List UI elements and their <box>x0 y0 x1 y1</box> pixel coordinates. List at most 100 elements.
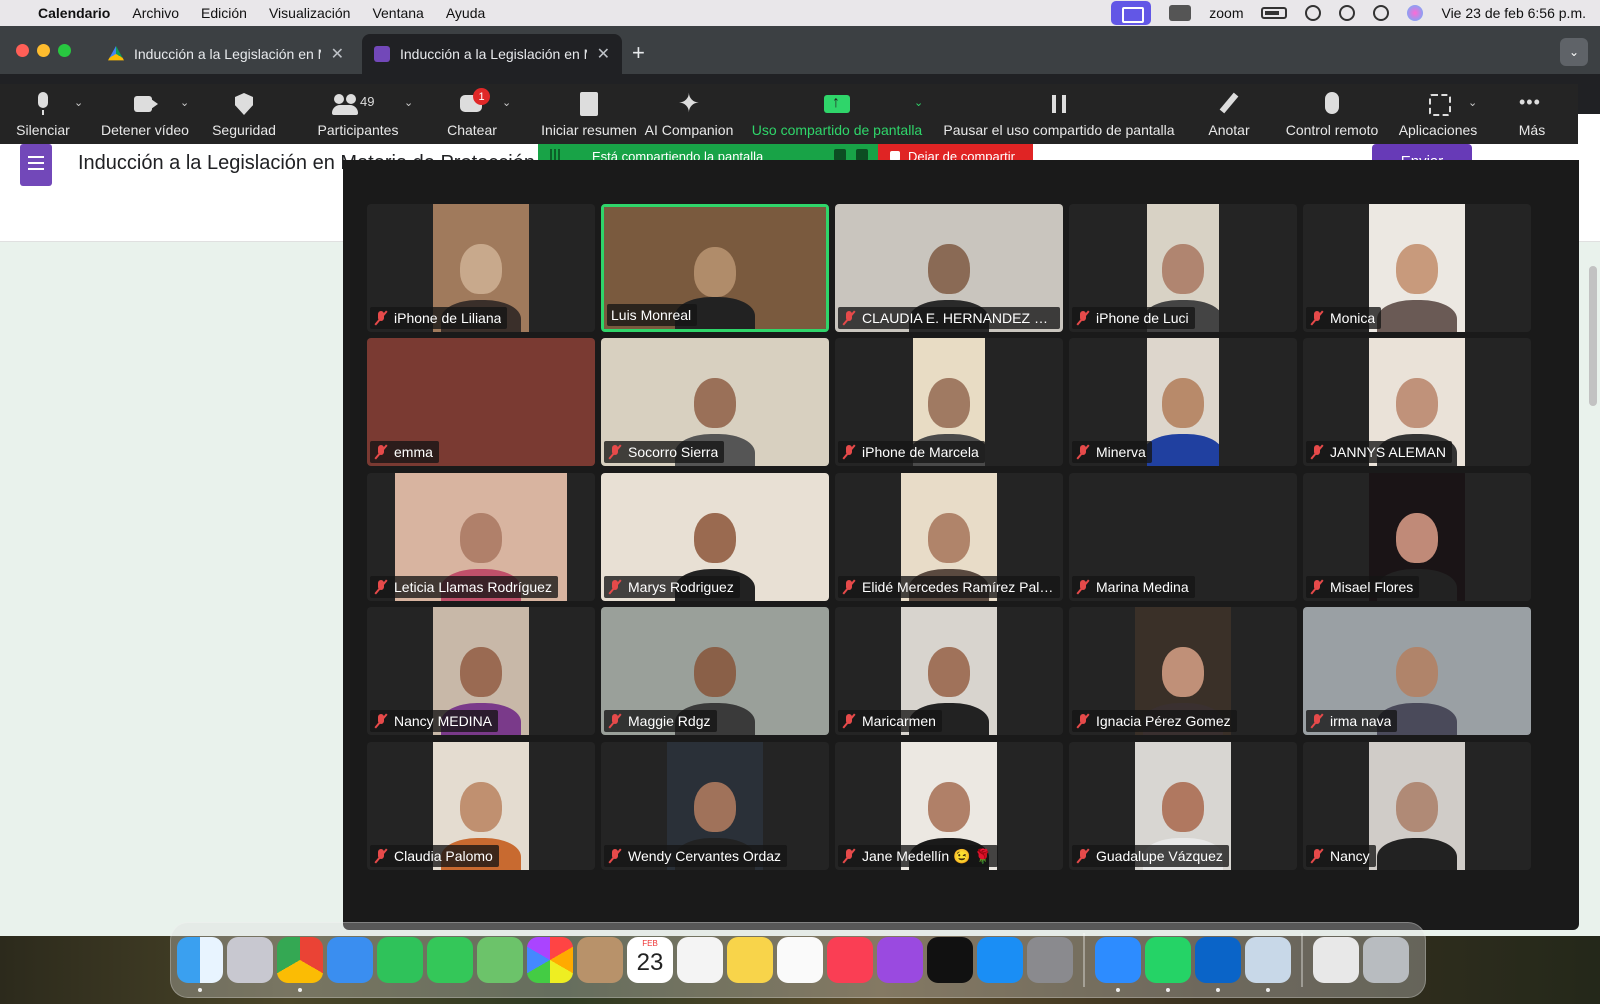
participant-tile[interactable]: Luis Monreal <box>601 204 829 332</box>
apps-button[interactable]: Aplicaciones <box>1396 84 1480 144</box>
messages-icon[interactable] <box>427 937 473 983</box>
close-tab-icon[interactable]: ✕ <box>331 44 344 64</box>
participant-tile[interactable]: Nancy MEDINA <box>367 607 595 735</box>
video-options-chevron-icon[interactable]: ⌄ <box>180 96 189 109</box>
annotate-button[interactable]: Anotar <box>1206 84 1252 144</box>
maximize-window-button[interactable] <box>58 44 71 57</box>
participant-tile[interactable]: Maricarmen <box>835 607 1063 735</box>
participant-tile[interactable]: Misael Flores <box>1303 473 1531 601</box>
participant-tile[interactable]: iPhone de Marcela <box>835 338 1063 466</box>
tab-drive[interactable]: Inducción a la Legislación en Materia de… <box>96 34 356 74</box>
dock-separator <box>1301 933 1303 987</box>
maps-icon[interactable] <box>477 937 523 983</box>
participants-button[interactable]: 49 Participantes <box>310 84 406 144</box>
participant-tile[interactable]: Minerva <box>1069 338 1297 466</box>
spotlight-search-icon[interactable] <box>1339 5 1356 21</box>
chrome-icon[interactable] <box>277 937 323 992</box>
chat-chevron-icon[interactable]: ⌄ <box>502 96 511 109</box>
facetime-icon[interactable] <box>377 937 423 983</box>
participant-tile[interactable]: Monica <box>1303 204 1531 332</box>
participant-tile[interactable]: Elidé Mercedes Ramírez Palo... <box>835 473 1063 601</box>
close-tab-icon[interactable]: ✕ <box>597 44 610 64</box>
participant-tile[interactable]: CLAUDIA E. HERNANDEZ MO... <box>835 204 1063 332</box>
calendar-icon[interactable]: FEB 23 <box>627 937 673 983</box>
control-center-icon[interactable] <box>1373 5 1390 21</box>
google-forms-logo-icon[interactable] <box>20 144 52 186</box>
launchpad-icon[interactable] <box>227 937 273 983</box>
participant-tile[interactable]: Wendy Cervantes Ordaz <box>601 742 829 870</box>
reminders-icon[interactable] <box>677 937 723 983</box>
stop-video-button[interactable]: Detener vídeo <box>100 84 190 144</box>
menu-app-name[interactable]: Calendario <box>38 5 110 21</box>
close-window-button[interactable] <box>16 44 29 57</box>
participant-name: Misael Flores <box>1330 579 1414 595</box>
start-summary-button[interactable]: Iniciar resumen <box>528 84 650 144</box>
participant-tile[interactable]: Guadalupe Vázquez <box>1069 742 1297 870</box>
participant-name: Socorro Sierra <box>628 444 719 460</box>
calendar-day: 23 <box>636 949 664 976</box>
freeform-icon[interactable] <box>777 937 823 983</box>
participant-tile[interactable]: Jane Medellín 😉 🌹 <box>835 742 1063 870</box>
muted-microphone-icon <box>608 714 622 728</box>
app-store-icon[interactable] <box>977 937 1023 983</box>
zoom-icon[interactable] <box>1095 937 1141 992</box>
minimize-window-button[interactable] <box>37 44 50 57</box>
ai-companion-button[interactable]: AI Companion <box>644 84 734 144</box>
mail-icon[interactable] <box>327 937 373 983</box>
participant-tile[interactable]: Claudia Palomo <box>367 742 595 870</box>
menu-ayuda[interactable]: Ayuda <box>446 5 485 21</box>
participant-tile[interactable]: iPhone de Liliana <box>367 204 595 332</box>
audio-options-chevron-icon[interactable]: ⌄ <box>74 96 83 109</box>
trash-icon[interactable] <box>1363 937 1409 983</box>
menu-visualizacion[interactable]: Visualización <box>269 5 350 21</box>
photos-icon[interactable] <box>527 937 573 983</box>
participants-chevron-icon[interactable]: ⌄ <box>404 96 413 109</box>
menu-edicion[interactable]: Edición <box>201 5 247 21</box>
participant-tile[interactable]: emma <box>367 338 595 466</box>
wifi-off-icon[interactable] <box>1305 5 1322 21</box>
participant-tile[interactable]: Nancy <box>1303 742 1531 870</box>
remote-control-button[interactable]: Control remoto <box>1282 84 1382 144</box>
security-button[interactable]: Seguridad <box>210 84 278 144</box>
tab-forms[interactable]: Inducción a la Legislación en Materia de… <box>362 34 622 74</box>
participant-tile[interactable]: iPhone de Luci <box>1069 204 1297 332</box>
podcasts-icon[interactable] <box>877 937 923 983</box>
share-screen-button[interactable]: Uso compartido de pantalla <box>750 84 924 144</box>
whatsapp-icon[interactable] <box>1145 937 1191 992</box>
zoom-status-label[interactable]: zoom <box>1209 5 1243 21</box>
page-scrollbar[interactable] <box>1589 266 1597 406</box>
pause-share-button[interactable]: Pausar el uso compartido de pantalla <box>942 84 1176 144</box>
apps-chevron-icon[interactable]: ⌄ <box>1468 96 1477 109</box>
outlook-icon[interactable] <box>1195 937 1241 992</box>
participant-tile[interactable]: Socorro Sierra <box>601 338 829 466</box>
menu-ventana[interactable]: Ventana <box>372 5 423 21</box>
more-button[interactable]: Más <box>1516 84 1548 144</box>
participant-tile[interactable]: Leticia Llamas Rodríguez <box>367 473 595 601</box>
chat-button[interactable]: 1 Chatear <box>444 84 500 144</box>
participant-nameplate: Marina Medina <box>1072 576 1195 598</box>
mute-button[interactable]: Silenciar <box>14 84 72 144</box>
participant-tile[interactable]: Maggie Rdgz <box>601 607 829 735</box>
documents-icon[interactable] <box>1313 937 1359 983</box>
tab-search-button[interactable]: ⌄ <box>1560 38 1588 66</box>
notes-icon[interactable] <box>727 937 773 983</box>
participant-tile[interactable]: Marina Medina <box>1069 473 1297 601</box>
menu-archivo[interactable]: Archivo <box>132 5 179 21</box>
participant-tile[interactable]: Ignacia Pérez Gomez <box>1069 607 1297 735</box>
battery-icon[interactable] <box>1261 7 1288 19</box>
share-options-chevron-icon[interactable]: ⌄ <box>914 96 923 109</box>
new-tab-button[interactable]: + <box>632 40 645 66</box>
tv-icon[interactable] <box>927 937 973 983</box>
menubar-clock[interactable]: Vie 23 de feb 6:56 p.m. <box>1441 5 1586 21</box>
participant-tile[interactable]: irma nava <box>1303 607 1531 735</box>
screen-share-status-icon[interactable] <box>1111 1 1152 25</box>
preview-icon[interactable] <box>1245 937 1291 992</box>
finder-icon[interactable] <box>177 937 223 992</box>
system-settings-icon[interactable] <box>1027 937 1073 983</box>
participant-tile[interactable]: Marys Rodriguez <box>601 473 829 601</box>
music-icon[interactable] <box>827 937 873 983</box>
participant-tile[interactable]: JANNYS ALEMAN <box>1303 338 1531 466</box>
outlook-status-icon[interactable] <box>1169 5 1192 21</box>
contacts-icon[interactable] <box>577 937 623 983</box>
siri-icon[interactable] <box>1407 5 1424 21</box>
